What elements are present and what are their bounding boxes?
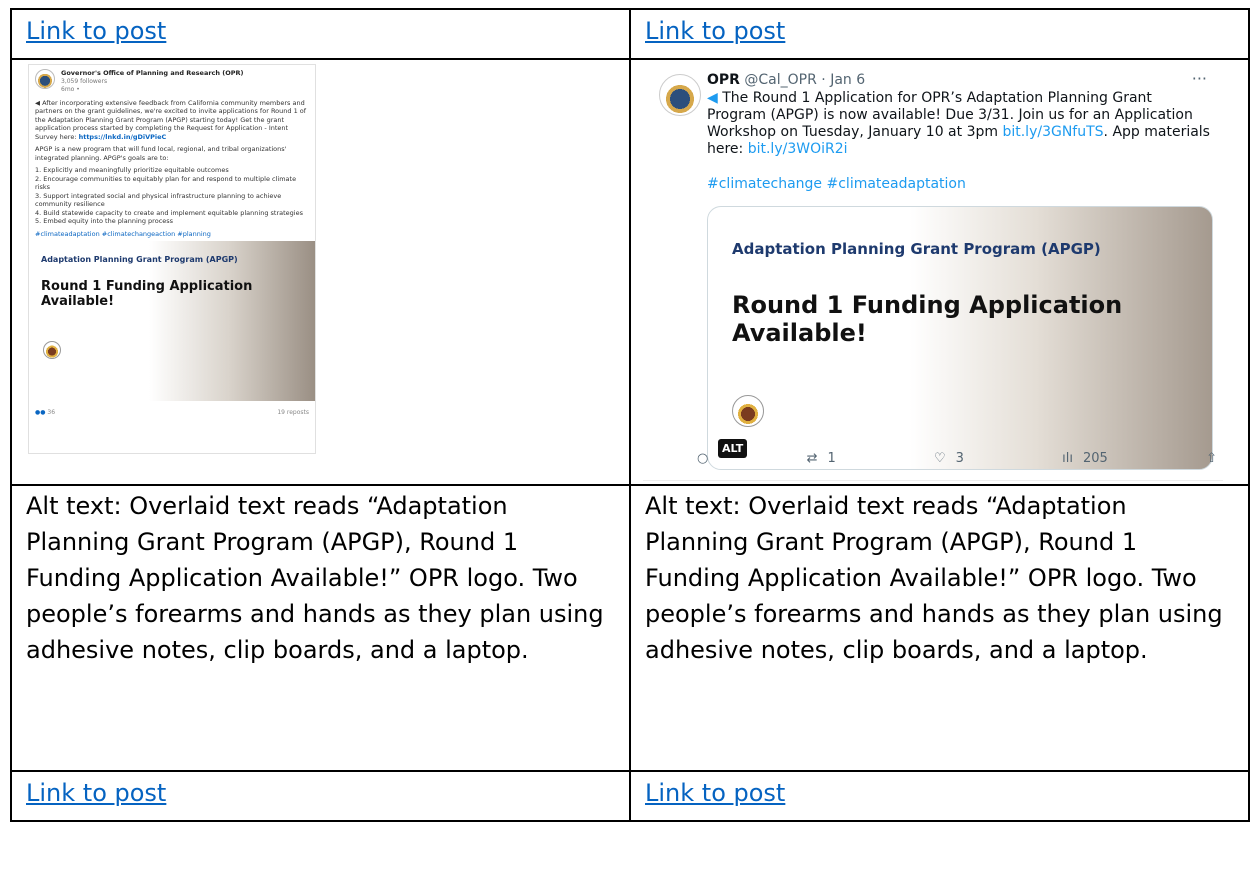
- tweet-media: Adaptation Planning Grant Program (APGP)…: [707, 206, 1213, 470]
- tweet-link: bit.ly/3WOiR2i: [747, 141, 848, 157]
- tweet-hashtags: #climatechange #climateadaptation: [707, 176, 966, 192]
- opr-seal-icon: [732, 395, 764, 427]
- link-to-post[interactable]: Link to post: [26, 779, 166, 807]
- tweet-actions: ○ ⇄ 1 ♡ 3 ılı 205 ⇧: [697, 450, 1217, 467]
- link-to-post[interactable]: Link to post: [645, 779, 785, 807]
- reactions-icon: ●●: [35, 409, 46, 416]
- repost-count: 19 reposts: [277, 409, 309, 416]
- like-icon: ♡: [934, 451, 946, 466]
- tweet-author: OPR: [707, 72, 740, 88]
- megaphone-icon: ◀: [35, 98, 40, 107]
- goal-item: 3. Support integrated social and physica…: [35, 191, 282, 209]
- link-to-post[interactable]: Link to post: [645, 17, 785, 45]
- org-name: Governor's Office of Planning and Resear…: [61, 69, 244, 77]
- retweet-count: 1: [827, 451, 836, 466]
- post-link: https://lnkd.in/gDiVPieC: [78, 132, 167, 141]
- promo-title: Adaptation Planning Grant Program (APGP): [732, 240, 1101, 258]
- hashtags: #climateadaptation #climatechangeaction …: [35, 229, 211, 238]
- content-table: Link to post Link to post Governor's Off…: [10, 8, 1250, 822]
- cell-top-right: Link to post: [629, 8, 1250, 60]
- tweet-image: OPR @Cal_OPR · Jan 6 ··· ◀ The Round 1 A…: [643, 64, 1223, 481]
- link-to-post[interactable]: Link to post: [26, 17, 166, 45]
- cell-bottom-right: Link to post: [629, 770, 1250, 822]
- goal-item: 2. Encourage communities to equitably pl…: [35, 174, 297, 192]
- followers: 3,059 followers: [61, 77, 108, 85]
- goal-item: 5. Embed equity into the planning proces…: [35, 217, 174, 225]
- promo-headline: Round 1 Funding Application Available!: [41, 279, 253, 309]
- opr-avatar-icon: [659, 74, 701, 116]
- opr-logo-icon: [35, 69, 55, 89]
- post-age: 6mo •: [61, 86, 80, 93]
- reply-icon: ○: [697, 451, 709, 466]
- like-count: 3: [955, 451, 964, 466]
- goal-item: 1. Explicitly and meaningfully prioritiz…: [35, 166, 229, 174]
- tweet-text: ◀ The Round 1 Application for OPR’s Adap…: [707, 90, 1213, 158]
- post-paragraph: APGP is a new program that will fund loc…: [35, 145, 287, 162]
- views-icon: ılı: [1062, 451, 1074, 466]
- promo-graphic: Adaptation Planning Grant Program (APGP)…: [29, 241, 315, 401]
- alt-text-right: Alt text: Overlaid text reads “Adaptatio…: [629, 484, 1250, 772]
- share-icon: ⇧: [1206, 451, 1217, 466]
- retweet-icon: ⇄: [806, 451, 818, 466]
- goal-item: 4. Build statewide capacity to create an…: [35, 208, 303, 217]
- cell-top-left: Link to post: [10, 8, 631, 60]
- megaphone-icon: ◀: [707, 90, 718, 106]
- reaction-count: 36: [47, 409, 56, 416]
- view-count: 205: [1083, 451, 1108, 466]
- cell-bottom-left: Link to post: [10, 770, 631, 822]
- linkedin-screenshot-cell: Governor's Office of Planning and Resear…: [10, 58, 631, 486]
- linkedin-post-image: Governor's Office of Planning and Resear…: [28, 64, 316, 454]
- opr-seal-icon: [43, 341, 61, 359]
- alt-text-left: Alt text: Overlaid text reads “Adaptatio…: [10, 484, 631, 772]
- promo-headline: Round 1 Funding Application Available!: [732, 291, 1123, 347]
- more-icon: ···: [1191, 69, 1207, 88]
- promo-title: Adaptation Planning Grant Program (APGP): [41, 255, 238, 264]
- tweet-handle: @Cal_OPR · Jan 6: [744, 72, 866, 88]
- post-paragraph: After incorporating extensive feedback f…: [35, 98, 307, 141]
- tweet-link: bit.ly/3GNfuTS: [1002, 124, 1104, 140]
- twitter-screenshot-cell: OPR @Cal_OPR · Jan 6 ··· ◀ The Round 1 A…: [629, 58, 1250, 486]
